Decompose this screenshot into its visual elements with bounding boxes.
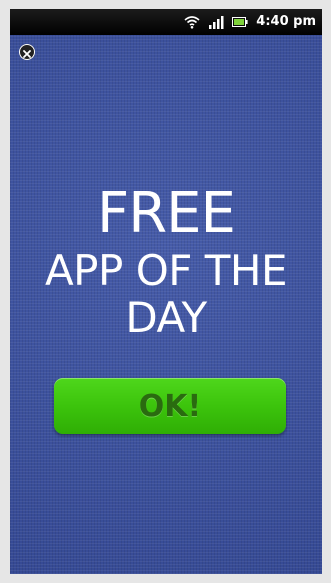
- headline-free: FREE: [97, 181, 236, 246]
- ad-content: FREE APP OF THE DAY OK!: [10, 35, 322, 574]
- ok-button[interactable]: OK!: [54, 378, 286, 434]
- close-icon: [23, 43, 31, 62]
- battery-icon: [232, 16, 248, 28]
- status-bar: 4:40 pm: [10, 9, 322, 35]
- signal-icon: [208, 15, 224, 29]
- status-time: 4:40 pm: [256, 14, 316, 29]
- status-icons: 4:40 pm: [184, 13, 316, 31]
- headline-subtitle: APP OF THE DAY: [44, 246, 288, 342]
- close-button[interactable]: [19, 44, 35, 60]
- headline: FREE APP OF THE DAY: [10, 181, 322, 342]
- screenshot-frame: 4:40 pm FREE APP OF THE DAY OK!: [0, 0, 331, 583]
- phone-screen: 4:40 pm FREE APP OF THE DAY OK!: [10, 9, 322, 574]
- ok-button-label: OK!: [138, 388, 202, 424]
- wifi-icon: [184, 15, 200, 29]
